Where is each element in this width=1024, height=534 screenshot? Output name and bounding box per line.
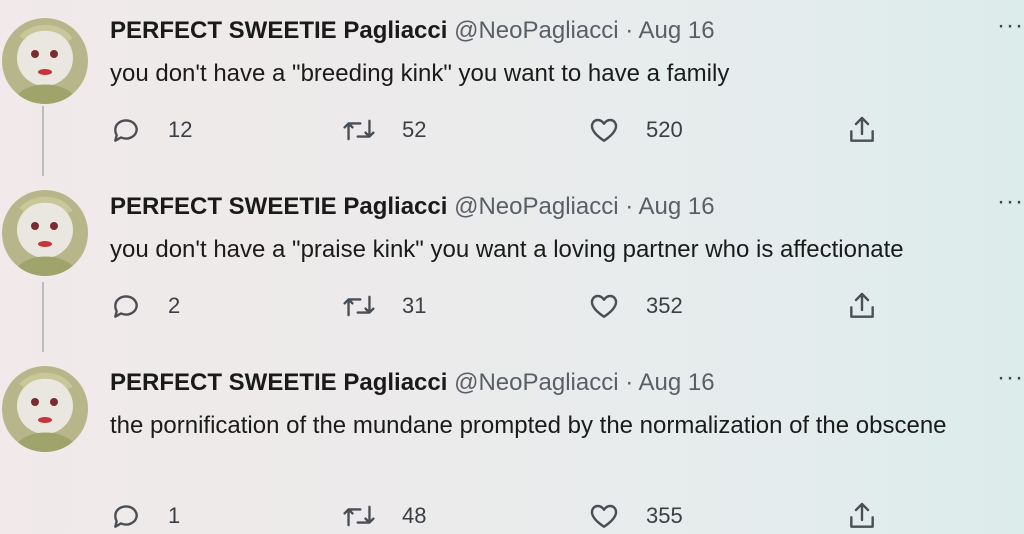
retweet-button[interactable]: 31 bbox=[342, 288, 426, 324]
tweet-thread: PERFECT SWEETIE Pagliacci @NeoPagliacci … bbox=[0, 0, 1024, 531]
reply-count: 1 bbox=[168, 503, 181, 528]
tweet[interactable]: PERFECT SWEETIE Pagliacci @NeoPagliacci … bbox=[0, 0, 1024, 176]
reply-icon bbox=[114, 295, 138, 318]
user-handle[interactable]: @NeoPagliacci bbox=[454, 17, 618, 44]
like-button[interactable]: 355 bbox=[588, 498, 683, 534]
reply-button[interactable]: 12 bbox=[110, 112, 192, 148]
tweet-actions: 12 52 520 bbox=[110, 112, 910, 148]
tweet[interactable]: PERFECT SWEETIE Pagliacci @NeoPagliacci … bbox=[0, 176, 1024, 352]
share-button[interactable] bbox=[846, 498, 878, 534]
display-name[interactable]: PERFECT SWEETIE Pagliacci bbox=[110, 369, 447, 396]
tweet[interactable]: PERFECT SWEETIE Pagliacci @NeoPagliacci … bbox=[0, 352, 1024, 531]
retweet-icon bbox=[343, 119, 375, 141]
more-icon[interactable]: ··· bbox=[997, 188, 1024, 216]
more-icon[interactable]: ··· bbox=[997, 12, 1024, 40]
like-button[interactable]: 520 bbox=[588, 112, 683, 148]
tweet-date[interactable]: Aug 16 bbox=[639, 193, 715, 220]
retweet-icon bbox=[343, 505, 375, 527]
like-count: 352 bbox=[646, 293, 683, 318]
retweet-icon bbox=[343, 295, 375, 317]
heart-icon bbox=[590, 504, 618, 528]
share-button[interactable] bbox=[846, 112, 878, 148]
reply-count: 12 bbox=[168, 117, 193, 142]
tweet-header: PERFECT SWEETIE Pagliacci @NeoPagliacci … bbox=[110, 16, 715, 46]
like-count: 355 bbox=[646, 503, 683, 528]
share-icon bbox=[850, 116, 874, 142]
tweet-date[interactable]: Aug 16 bbox=[639, 17, 715, 44]
heart-icon bbox=[590, 118, 618, 142]
reply-icon bbox=[114, 119, 138, 142]
separator-dot: · bbox=[625, 17, 634, 44]
tweet-header: PERFECT SWEETIE Pagliacci @NeoPagliacci … bbox=[110, 368, 715, 398]
like-button[interactable]: 352 bbox=[588, 288, 683, 324]
like-count: 520 bbox=[646, 117, 683, 142]
more-icon[interactable]: ··· bbox=[997, 364, 1024, 392]
tweet-actions: 1 48 355 bbox=[110, 498, 910, 534]
reply-count: 2 bbox=[168, 293, 181, 318]
avatar[interactable] bbox=[2, 366, 88, 452]
tweet-actions: 2 31 352 bbox=[110, 288, 910, 324]
reply-icon bbox=[114, 505, 138, 528]
reply-button[interactable]: 1 bbox=[110, 498, 180, 534]
display-name[interactable]: PERFECT SWEETIE Pagliacci bbox=[110, 193, 447, 220]
separator-dot: · bbox=[625, 369, 634, 396]
avatar[interactable] bbox=[2, 190, 88, 276]
retweet-button[interactable]: 48 bbox=[342, 498, 426, 534]
retweet-button[interactable]: 52 bbox=[342, 112, 426, 148]
heart-icon bbox=[590, 294, 618, 318]
user-handle[interactable]: @NeoPagliacci bbox=[454, 193, 618, 220]
retweet-count: 31 bbox=[402, 293, 427, 318]
tweet-header: PERFECT SWEETIE Pagliacci @NeoPagliacci … bbox=[110, 192, 715, 222]
tweet-text: you don't have a "praise kink" you want … bbox=[110, 236, 904, 263]
display-name[interactable]: PERFECT SWEETIE Pagliacci bbox=[110, 17, 447, 44]
retweet-count: 52 bbox=[402, 117, 427, 142]
tweet-date[interactable]: Aug 16 bbox=[639, 369, 715, 396]
share-button[interactable] bbox=[846, 288, 878, 324]
reply-button[interactable]: 2 bbox=[110, 288, 180, 324]
avatar[interactable] bbox=[2, 18, 88, 104]
tweet-text: the pornification of the mundane prompte… bbox=[110, 412, 947, 439]
share-icon bbox=[850, 292, 874, 318]
separator-dot: · bbox=[625, 193, 634, 220]
retweet-count: 48 bbox=[402, 503, 427, 528]
share-icon bbox=[850, 502, 874, 528]
tweet-text: you don't have a "breeding kink" you wan… bbox=[110, 60, 730, 87]
user-handle[interactable]: @NeoPagliacci bbox=[454, 369, 618, 396]
